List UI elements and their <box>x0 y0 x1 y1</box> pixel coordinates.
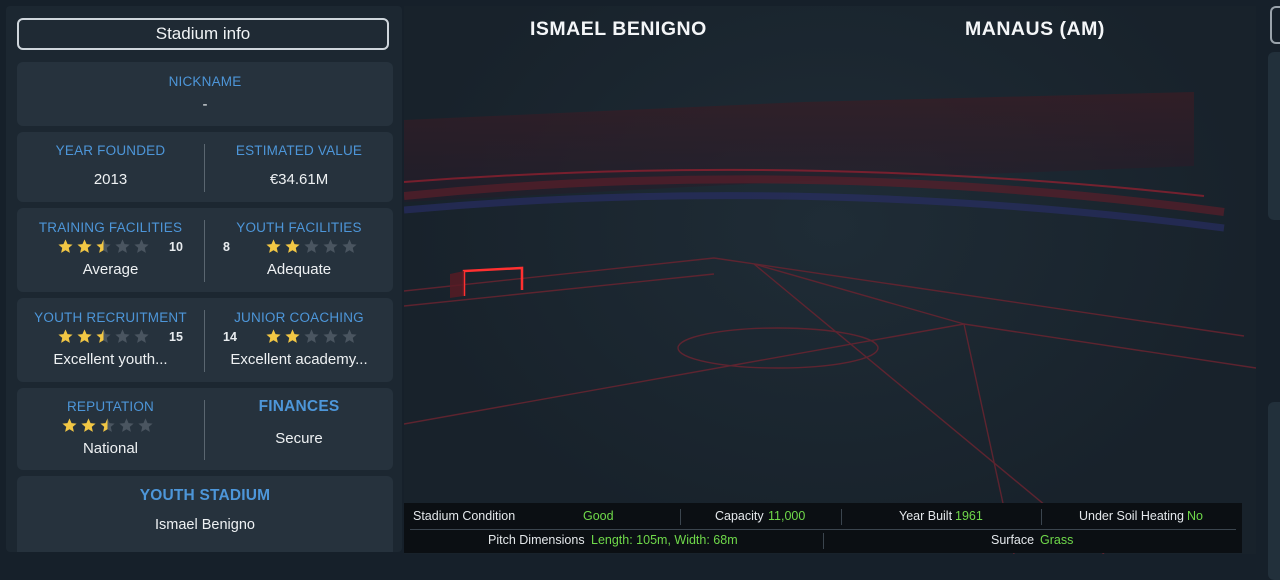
star-icon <box>265 328 282 345</box>
star-icon <box>341 238 358 255</box>
youth-stadium-value: Ismael Benigno <box>155 517 255 533</box>
year-built-label: Year Built <box>899 509 953 523</box>
star-icon <box>76 328 93 345</box>
training-facilities-stars <box>57 238 150 255</box>
stadium-info-button[interactable]: Stadium info <box>17 18 389 50</box>
star-icon <box>118 417 135 434</box>
star-icon <box>80 417 97 434</box>
star-icon <box>57 238 74 255</box>
star-icon <box>99 417 116 434</box>
capacity-label: Capacity <box>715 509 764 523</box>
junior-coaching-label: JUNIOR COACHING <box>234 310 364 325</box>
star-icon <box>265 238 282 255</box>
capacity-value: 11,000 <box>768 509 806 523</box>
youth-stadium-label: YOUTH STADIUM <box>139 487 271 504</box>
facilities-card: TRAINING FACILITIES 10 Average YOUTH FAC… <box>17 208 393 292</box>
estimated-value-value: €34.61M <box>269 171 329 188</box>
separator <box>1041 509 1042 525</box>
year-founded-value: 2013 <box>93 171 128 188</box>
separator <box>823 533 824 549</box>
youth-recruitment-label: YOUTH RECRUITMENT <box>34 310 187 325</box>
reputation-label: REPUTATION <box>66 399 154 414</box>
reputation-finances-card: REPUTATION National FINANCES Secure <box>17 388 393 470</box>
surface-value: Grass <box>1040 533 1074 547</box>
nickname-card: NICKNAME - <box>17 62 393 126</box>
stadium-name: ISMAEL BENIGNO <box>530 18 707 40</box>
star-icon <box>322 328 339 345</box>
nickname-value: - <box>202 96 208 113</box>
star-icon <box>303 238 320 255</box>
youth-recruitment-stars <box>57 328 150 345</box>
founded-value-card: YEAR FOUNDED 2013 ESTIMATED VALUE €34.61… <box>17 132 393 202</box>
star-icon <box>114 238 131 255</box>
star-icon <box>61 417 78 434</box>
youth-facilities-rating: Adequate <box>266 261 332 278</box>
star-icon <box>95 238 112 255</box>
year-founded-label: YEAR FOUNDED <box>55 143 166 158</box>
star-icon <box>322 238 339 255</box>
star-icon <box>114 328 131 345</box>
pitch-dimensions-label: Pitch Dimensions <box>488 533 585 547</box>
star-icon <box>133 238 150 255</box>
star-icon <box>137 417 154 434</box>
star-icon <box>95 328 112 345</box>
finances-label: FINANCES <box>258 398 340 415</box>
under-soil-heating-label: Under Soil Heating <box>1079 509 1184 523</box>
youth-facilities-label: YOUTH FACILITIES <box>236 220 362 235</box>
stadium-condition-value: Good <box>583 509 614 523</box>
stadium-wireframe <box>404 92 1256 554</box>
star-icon <box>303 328 320 345</box>
under-soil-heating-value: No <box>1187 509 1203 523</box>
training-facilities-label: TRAINING FACILITIES <box>38 220 183 235</box>
youth-facilities-stars <box>265 238 358 255</box>
separator <box>680 509 681 525</box>
youth-recruitment-number: 15 <box>169 330 183 344</box>
star-icon <box>57 328 74 345</box>
pitch-dimensions-value: Length: 105m, Width: 68m <box>591 533 738 547</box>
year-built-value: 1961 <box>955 509 983 523</box>
separator <box>841 509 842 525</box>
nickname-label: NICKNAME <box>168 74 242 89</box>
junior-coaching-number: 14 <box>223 330 237 344</box>
junior-coaching-rating: Excellent academy... <box>230 351 368 368</box>
star-icon <box>284 328 301 345</box>
star-icon <box>341 328 358 345</box>
youth-facilities-number: 8 <box>223 240 230 254</box>
side-panel-scroll-lower[interactable] <box>1268 402 1280 580</box>
stadium-details-bar: Stadium Condition Good Capacity 11,000 Y… <box>404 503 1242 553</box>
surface-label: Surface <box>991 533 1035 547</box>
reputation-rating: National <box>82 440 139 457</box>
estimated-value-label: ESTIMATED VALUE <box>235 143 363 158</box>
star-icon <box>133 328 150 345</box>
reputation-stars <box>61 417 154 434</box>
side-panel-scroll[interactable] <box>1268 52 1280 220</box>
finances-value: Secure <box>275 430 323 447</box>
stadium-city: MANAUS (AM) <box>965 18 1105 40</box>
training-facilities-rating: Average <box>82 261 139 278</box>
youth-stadium-card: YOUTH STADIUM Ismael Benigno <box>17 476 393 552</box>
star-icon <box>76 238 93 255</box>
stadium-condition-label: Stadium Condition <box>413 509 516 523</box>
youth-card: YOUTH RECRUITMENT 15 Excellent youth... … <box>17 298 393 382</box>
separator <box>410 529 1236 530</box>
star-icon <box>284 238 301 255</box>
training-facilities-number: 10 <box>169 240 183 254</box>
side-panel-toggle[interactable] <box>1270 6 1280 44</box>
stadium-3d-view[interactable]: ISMAEL BENIGNO MANAUS (AM) <box>404 6 1256 554</box>
youth-recruitment-rating: Excellent youth... <box>53 351 168 368</box>
junior-coaching-stars <box>265 328 358 345</box>
club-info-panel: Stadium info NICKNAME - YEAR FOUNDED 201… <box>6 6 402 552</box>
